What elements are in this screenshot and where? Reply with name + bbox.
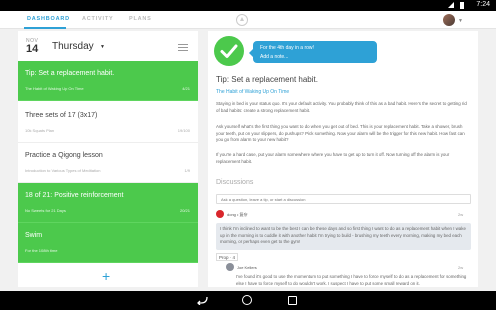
streak-text: For the 4th day in a row! [260,45,314,51]
tab-activity[interactable]: ACTIVITY [82,16,113,22]
habit-count: 19/100 [177,128,190,133]
weekday-selector[interactable]: Thursday [52,41,94,52]
recent-apps-icon[interactable] [288,296,297,305]
streak-tooltip[interactable]: For the 4th day in a row! Add a note... [249,41,377,63]
status-time: 7:24 [476,1,490,8]
habit-list-panel: NOV 14 Thursday ▼ Tip: Set a replacement… [18,31,198,287]
habit-title: 18 of 21: Positive reinforcement [25,192,124,199]
checkmark-icon [220,44,238,58]
plan-link[interactable]: The Habit of Waking Up On Time [216,89,289,95]
tip-paragraph: If you're a hard case, put your alarm so… [216,152,450,164]
habit-count: 1/9 [184,168,190,173]
back-icon[interactable] [196,296,208,305]
home-icon[interactable] [242,295,252,305]
chevron-down-icon[interactable]: ▼ [100,44,105,50]
complete-check-button[interactable] [214,36,244,66]
habit-title: Tip: Set a replacement habit. [25,70,115,77]
comment-text: I think I'm inclined to want to be the b… [216,223,471,250]
date-box: NOV 14 [26,38,39,55]
user-avatar[interactable] [443,14,455,26]
habit-title: Practice a Qigong lesson [25,152,103,159]
active-tab-indicator [24,27,66,29]
habit-subtitle: Introduction to Various Types of Meditat… [25,168,101,173]
tab-plans[interactable]: PLANS [129,16,152,22]
habit-subtitle: The Habit of Waking Up On Time [25,86,84,91]
add-habit-button[interactable]: + [102,269,110,283]
status-bar: 7:24 [0,0,496,11]
habit-count: 20/21 [179,208,190,213]
top-nav: DASHBOARD ACTIVITY PLANS ▼ [0,11,496,29]
habit-item[interactable]: Three sets of 17 (3x17) 10k Squats Plan … [18,103,198,143]
habit-title: Three sets of 17 (3x17) [25,112,98,119]
app-logo-icon [236,14,248,26]
habit-item[interactable]: Practice a Qigong lesson Introduction to… [18,143,198,183]
habit-item[interactable]: 18 of 21: Positive reinforcement No Swee… [18,183,198,223]
discussion-input[interactable] [216,194,471,204]
reply-author[interactable]: Joe Kellers [237,265,257,270]
habit-count: 4/21 [182,86,190,91]
chevron-down-icon[interactable]: ▼ [458,18,463,24]
habit-item[interactable]: Tip: Set a replacement habit. The Habit … [18,61,198,101]
tip-title: Tip: Set a replacement habit. [216,75,318,84]
prop-button[interactable]: Prop · 4 [216,253,239,261]
habit-subtitle: 10k Squats Plan [25,128,55,133]
discussions-heading: Discussions [216,179,254,186]
avatar[interactable] [226,263,234,271]
tip-paragraph: Ask yourself what's the first thing you … [216,124,465,143]
comment-time: 2w [458,212,464,217]
habit-subtitle: For the 108th time [25,248,58,253]
system-nav-bar [0,291,496,310]
habit-item[interactable]: Swim For the 108th time [18,223,198,263]
habit-detail-panel: For the 4th day in a row! Add a note... … [208,31,478,287]
reply-text: I've found it's good to use the momentum… [236,274,467,286]
avatar[interactable] [216,210,224,218]
add-note-link[interactable]: Add a note... [260,54,288,60]
tip-paragraph: Staying in bed is your status quo. It's … [216,101,467,113]
menu-icon[interactable] [178,44,188,51]
reply-time: 2w [458,265,464,270]
signal-icon [448,2,454,8]
habit-subtitle: No Sweets for 21 Days [25,208,66,213]
comment-author[interactable]: dong • 复杂 [227,212,248,218]
tab-dashboard[interactable]: DASHBOARD [27,16,70,22]
day-number: 14 [26,43,39,55]
battery-icon [460,2,464,9]
habit-title: Swim [25,232,43,239]
